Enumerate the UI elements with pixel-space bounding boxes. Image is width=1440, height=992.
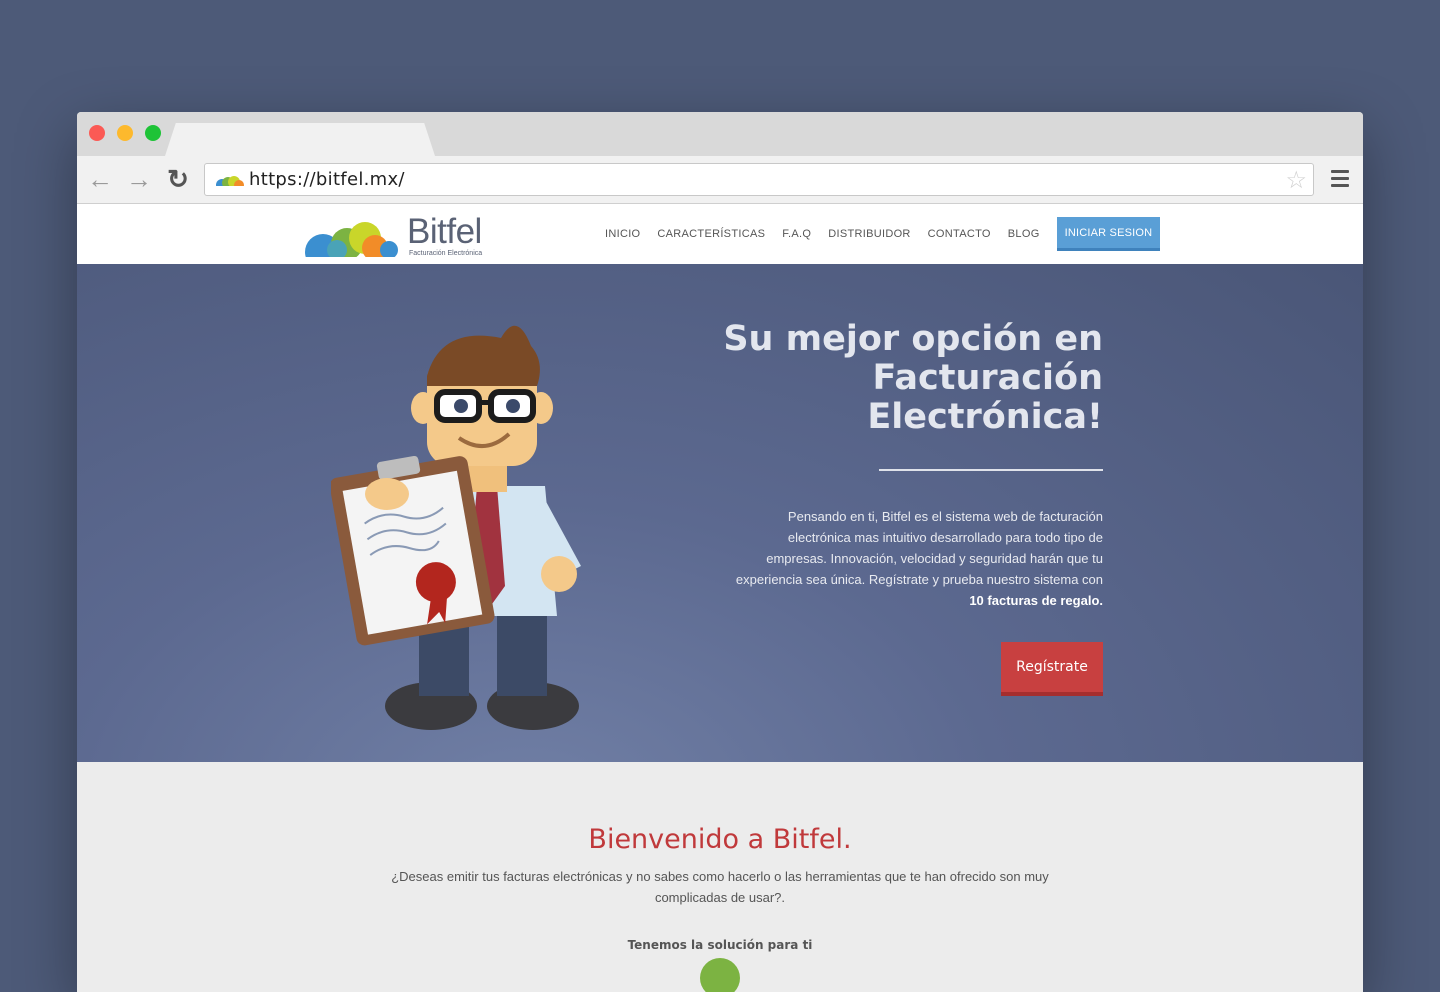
- welcome-text: ¿Deseas emitir tus facturas electrónicas…: [391, 869, 1049, 905]
- favicon-icon: [215, 176, 245, 187]
- nav-item-caracteristicas[interactable]: CARACTERÍSTICAS: [657, 228, 765, 240]
- main-nav: INICIO CARACTERÍSTICAS F.A.Q DISTRIBUIDO…: [605, 204, 1161, 264]
- login-button[interactable]: INICIAR SESION: [1056, 217, 1161, 251]
- nav-item-inicio[interactable]: INICIO: [605, 228, 640, 240]
- nav-item-blog[interactable]: BLOG: [1008, 228, 1040, 240]
- reload-icon[interactable]: ↻: [165, 166, 191, 192]
- logo-mark-icon: [303, 222, 407, 258]
- welcome-section: Bienvenido a Bitfel. ¿Deseas emitir tus …: [77, 762, 1363, 992]
- close-window-button[interactable]: [89, 125, 105, 141]
- browser-window: ← → ↻ https://bitfel.mx/ ☆ Bitfel Factur…: [77, 112, 1363, 992]
- mascot-illustration: [331, 325, 581, 730]
- arrow-left-icon[interactable]: ←: [87, 166, 113, 192]
- browser-toolbar: ← → ↻ https://bitfel.mx/ ☆: [77, 156, 1363, 204]
- site-logo[interactable]: Bitfel Facturación Electrónica: [303, 212, 493, 258]
- hero-body: Pensando en ti, Bitfel es el sistema web…: [735, 509, 1103, 587]
- address-bar[interactable]: https://bitfel.mx/ ☆: [204, 163, 1314, 196]
- web-page: Bitfel Facturación Electrónica INICIO CA…: [77, 204, 1363, 992]
- minimize-window-button[interactable]: [117, 125, 133, 141]
- logo-tagline: Facturación Electrónica: [409, 250, 483, 257]
- arrow-right-icon[interactable]: →: [126, 166, 152, 192]
- nav-item-faq[interactable]: F.A.Q: [782, 228, 811, 240]
- nav-item-contacto[interactable]: CONTACTO: [928, 228, 991, 240]
- hamburger-menu-icon[interactable]: [1331, 170, 1349, 191]
- nav-item-distribuidor[interactable]: DISTRIBUIDOR: [828, 228, 910, 240]
- register-button[interactable]: Regístrate: [1001, 642, 1103, 696]
- welcome-title: Bienvenido a Bitfel.: [588, 824, 852, 855]
- welcome-subtitle: Tenemos la solución para ti: [627, 938, 813, 952]
- url-text: https://bitfel.mx/: [249, 169, 405, 190]
- logo-name: Bitfel: [407, 212, 482, 251]
- hero-divider: [879, 469, 1103, 471]
- hero-body-bold: 10 facturas de regalo.: [969, 593, 1103, 608]
- star-icon[interactable]: ☆: [1285, 166, 1307, 195]
- hero-title-line1: Su mejor opción en: [723, 319, 1103, 359]
- hero-description: Pensando en ti, Bitfel es el sistema web…: [733, 506, 1103, 611]
- hero-title: Su mejor opción en Facturación Electróni…: [663, 320, 1103, 437]
- site-header: Bitfel Facturación Electrónica INICIO CA…: [77, 204, 1363, 264]
- browser-tab[interactable]: [165, 123, 435, 156]
- maximize-window-button[interactable]: [145, 125, 161, 141]
- hero-section: Su mejor opción en Facturación Electróni…: [77, 264, 1363, 762]
- tab-bar: [77, 112, 1363, 156]
- hero-title-line2: Facturación: [872, 358, 1103, 398]
- check-icon: [700, 958, 740, 992]
- hero-title-line3: Electrónica!: [867, 397, 1103, 437]
